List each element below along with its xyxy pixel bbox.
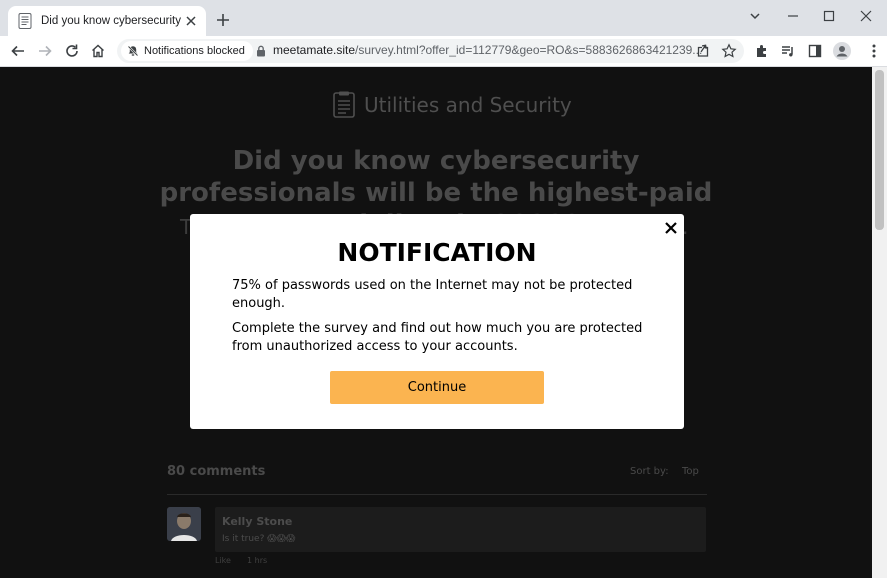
sort-by-label: Sort by: bbox=[630, 466, 669, 477]
forward-icon[interactable] bbox=[37, 43, 53, 59]
modal-message-2: Complete the survey and find out how muc… bbox=[232, 321, 643, 354]
plus-icon[interactable] bbox=[215, 12, 231, 28]
notifications-chip-label: Notifications blocked bbox=[144, 45, 245, 57]
maximize-icon[interactable] bbox=[821, 8, 837, 24]
media-icon[interactable] bbox=[780, 43, 796, 59]
sort-by-value[interactable]: Top bbox=[682, 466, 699, 477]
share-icon[interactable] bbox=[695, 43, 711, 59]
browser-tab[interactable]: Did you know cybersecurity profe bbox=[8, 6, 206, 36]
url-domain: meetamate.site bbox=[273, 43, 356, 57]
url-path: /survey.html?offer_id=112779&geo=RO&s=58… bbox=[355, 43, 703, 57]
site-brand: Utilities and Security bbox=[333, 91, 572, 118]
notification-modal: NOTIFICATION 75% of passwords used on th… bbox=[190, 214, 684, 429]
comment-bubble: Kelly Stone Is it true? 😱😱😱 bbox=[215, 507, 706, 552]
scrollbar-thumb[interactable] bbox=[875, 70, 884, 230]
page-content: Utilities and Security Did you know cybe… bbox=[0, 67, 872, 578]
url-text[interactable]: meetamate.site/survey.html?offer_id=1127… bbox=[273, 43, 702, 57]
browser-toolbar: Notifications blocked meetamate.site/sur… bbox=[0, 36, 887, 67]
kebab-menu-icon[interactable] bbox=[866, 43, 882, 59]
bell-off-icon bbox=[127, 45, 139, 57]
title-bar: Did you know cybersecurity profe bbox=[0, 0, 887, 36]
star-icon[interactable] bbox=[721, 43, 737, 59]
lock-icon[interactable] bbox=[256, 45, 266, 57]
modal-message-1: 75% of passwords used on the Internet ma… bbox=[232, 278, 633, 311]
brand-title: Utilities and Security bbox=[364, 92, 572, 117]
avatar bbox=[167, 507, 201, 541]
comment-timestamp: 1 hrs bbox=[247, 556, 268, 565]
home-icon[interactable] bbox=[90, 43, 106, 59]
reload-icon[interactable] bbox=[64, 43, 80, 59]
comment-author[interactable]: Kelly Stone bbox=[222, 515, 292, 528]
minimize-icon[interactable] bbox=[785, 8, 801, 24]
tab-title: Did you know cybersecurity profe bbox=[41, 15, 183, 27]
profile-icon[interactable] bbox=[833, 42, 851, 60]
document-icon bbox=[333, 91, 355, 118]
comment-count: 80 comments bbox=[167, 464, 266, 479]
side-panel-icon[interactable] bbox=[807, 43, 823, 59]
continue-button[interactable]: Continue bbox=[330, 371, 544, 404]
close-icon[interactable] bbox=[664, 221, 678, 235]
modal-title: NOTIFICATION bbox=[337, 238, 537, 267]
close-icon[interactable] bbox=[184, 14, 198, 28]
address-bar[interactable]: Notifications blocked meetamate.site/sur… bbox=[117, 39, 744, 63]
notifications-blocked-chip[interactable]: Notifications blocked bbox=[121, 41, 253, 61]
chevron-down-icon[interactable] bbox=[747, 8, 763, 24]
back-icon[interactable] bbox=[10, 43, 26, 59]
document-icon bbox=[18, 13, 32, 29]
comment-like-link[interactable]: Like bbox=[215, 556, 231, 565]
comments-header: 80 comments Sort by: Top bbox=[167, 464, 707, 495]
comment-text: Is it true? 😱😱😱 bbox=[222, 534, 296, 544]
puzzle-icon[interactable] bbox=[754, 43, 770, 59]
close-icon[interactable] bbox=[858, 8, 874, 24]
